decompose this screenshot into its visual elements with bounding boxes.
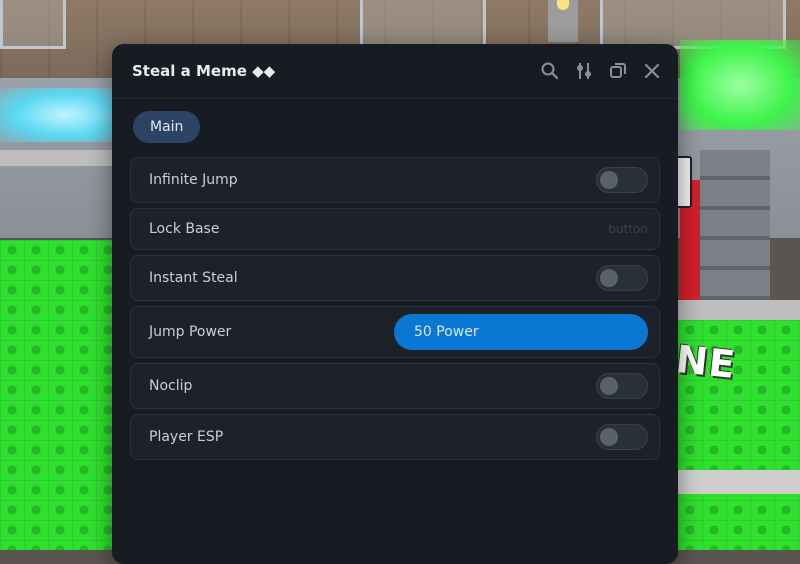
ledge bbox=[678, 470, 800, 494]
player-esp-toggle[interactable] bbox=[596, 424, 648, 450]
lamp bbox=[548, 0, 578, 42]
row-label: Infinite Jump bbox=[149, 172, 238, 188]
toggle-knob bbox=[600, 269, 618, 287]
noclip-toggle[interactable] bbox=[596, 373, 648, 399]
infinite-jump-toggle[interactable] bbox=[596, 167, 648, 193]
tab-main[interactable]: Main bbox=[133, 111, 201, 143]
glass-panel bbox=[360, 0, 486, 49]
sliders-icon[interactable] bbox=[574, 61, 594, 81]
green-baseplate bbox=[0, 240, 130, 550]
stairs bbox=[700, 150, 770, 300]
green-glow-pad bbox=[680, 40, 800, 130]
cyan-glow-pad bbox=[0, 88, 130, 142]
close-icon[interactable] bbox=[642, 61, 662, 81]
toggle-knob bbox=[600, 377, 618, 395]
feature-list: Infinite Jump Lock Base button Instant S… bbox=[130, 157, 660, 465]
glass-panel bbox=[0, 0, 66, 49]
row-label: Lock Base bbox=[149, 221, 220, 237]
row-lock-base[interactable]: Lock Base button bbox=[130, 208, 660, 250]
row-infinite-jump[interactable]: Infinite Jump bbox=[130, 157, 660, 203]
row-label: Noclip bbox=[149, 378, 193, 394]
toggle-knob bbox=[600, 428, 618, 446]
row-label: Jump Power bbox=[149, 324, 232, 340]
script-window: Steal a Meme ◆◆ Main Infinite Jump Lock … bbox=[112, 44, 678, 564]
ledge bbox=[678, 300, 800, 322]
title-bar[interactable]: Steal a Meme ◆◆ bbox=[112, 44, 678, 99]
instant-steal-toggle[interactable] bbox=[596, 265, 648, 291]
search-icon[interactable] bbox=[540, 61, 560, 81]
window-title: Steal a Meme ◆◆ bbox=[132, 62, 276, 80]
title-bar-controls bbox=[540, 61, 662, 81]
toggle-knob bbox=[600, 171, 618, 189]
row-noclip[interactable]: Noclip bbox=[130, 363, 660, 409]
row-player-esp[interactable]: Player ESP bbox=[130, 414, 660, 460]
restore-icon[interactable] bbox=[608, 61, 628, 81]
jump-power-slider[interactable]: 50 Power bbox=[394, 314, 648, 350]
tab-bar: Main bbox=[112, 99, 678, 153]
ledge bbox=[0, 150, 130, 166]
row-jump-power: Jump Power 50 Power bbox=[130, 306, 660, 358]
sign-letters: NE bbox=[673, 336, 738, 388]
button-hint: button bbox=[608, 222, 648, 236]
row-label: Player ESP bbox=[149, 429, 224, 445]
row-instant-steal[interactable]: Instant Steal bbox=[130, 255, 660, 301]
row-label: Instant Steal bbox=[149, 270, 238, 286]
